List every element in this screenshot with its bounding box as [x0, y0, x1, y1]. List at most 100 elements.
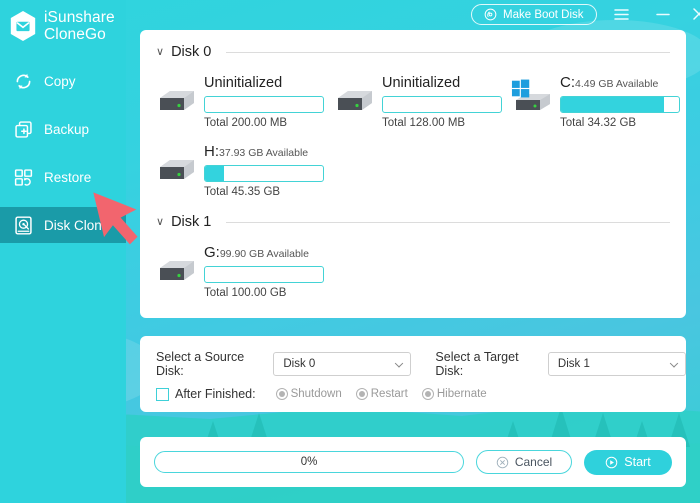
windows-logo-icon: [511, 79, 530, 98]
radio-label: Shutdown: [290, 388, 342, 400]
chevron-down-icon: [669, 359, 679, 368]
after-finished-checkbox[interactable]: [156, 387, 169, 401]
partition-letter: H:: [204, 143, 219, 160]
sidebar-item-backup[interactable]: Backup: [0, 111, 126, 147]
hard-drive-icon: [338, 91, 372, 110]
progress-text: 0%: [300, 456, 318, 468]
hamburger-icon: [613, 8, 629, 20]
radio-restart[interactable]: Restart: [355, 388, 408, 400]
partition-row: H:37.93 GB Available Total 45.35 GB: [140, 129, 686, 198]
cancel-label: Cancel: [514, 455, 553, 469]
brand-line-1: iSunshare: [44, 9, 115, 26]
divider: [226, 51, 670, 53]
partition-body: C:4.49 GB Available Total 34.32 GB: [560, 72, 680, 129]
make-boot-disk-label: Make Boot Disk: [503, 8, 584, 21]
partition-usage-bar: [204, 165, 324, 182]
radio-label: Hibernate: [436, 388, 487, 400]
sidebar-item-label: Copy: [44, 73, 76, 89]
partition-total: Total 100.00 GB: [204, 287, 287, 299]
partition-state: Uninitialized: [204, 75, 283, 91]
hard-disk-icon: [15, 215, 32, 235]
hard-drive-icon-wrap: [152, 84, 198, 118]
sidebar-item-copy[interactable]: Copy: [0, 63, 126, 99]
radio-shutdown[interactable]: Shutdown: [275, 388, 342, 400]
circle-play-icon: [606, 456, 618, 468]
partition-usage-bar: [560, 96, 680, 113]
action-panel: 0% Cancel Start: [140, 437, 686, 487]
radio-hibernate[interactable]: Hibernate: [421, 388, 487, 400]
partition-total: Total 128.00 MB: [382, 117, 466, 129]
copy-plus-icon: [15, 120, 32, 138]
partition-available: 99.90 GB Available: [219, 248, 309, 260]
after-finished-row: After Finished: Shutdown Restart Hiberna…: [140, 378, 686, 401]
refresh-cycle-icon: [16, 73, 31, 89]
divider: [226, 221, 670, 223]
partition-label: G:99.90 GB Available: [204, 244, 324, 263]
source-disk-value: Disk 0: [283, 358, 316, 370]
disc-icon: [484, 8, 497, 21]
target-disk-select[interactable]: Disk 1: [547, 352, 686, 376]
partition-usage-fill: [205, 166, 224, 181]
circle-x-icon: [496, 456, 509, 468]
start-label: Start: [624, 455, 651, 469]
partition-label: Uninitialized: [382, 74, 502, 93]
partition-item[interactable]: C:4.49 GB Available Total 34.32 GB: [508, 72, 686, 129]
close-icon: [693, 8, 700, 20]
partition-body: Uninitialized Total 128.00 MB: [382, 72, 502, 129]
disk-list-panel: ∨ Disk 0 Uninitialized Total 200.00 MB U…: [140, 30, 686, 318]
minimize-icon: [656, 13, 670, 15]
partition-body: G:99.90 GB Available Total 100.00 GB: [204, 242, 324, 299]
brand-line-2: CloneGo: [44, 26, 106, 43]
hexagon-envelope-logo-icon: [10, 11, 36, 41]
progress-bar: 0%: [154, 451, 464, 473]
after-finished-label: After Finished:: [175, 387, 256, 401]
partition-label: H:37.93 GB Available: [204, 143, 324, 162]
cancel-button[interactable]: Cancel: [476, 450, 572, 474]
after-finished-radio-group: Shutdown Restart Hibernate: [275, 388, 487, 400]
start-button[interactable]: Start: [584, 449, 672, 475]
menu-button[interactable]: [610, 3, 632, 25]
hard-drive-icon-wrap: [508, 79, 554, 118]
partition-row: G:99.90 GB Available Total 100.00 GB: [140, 230, 686, 299]
partition-state: Uninitialized: [382, 75, 461, 91]
partition-letter: G:: [204, 244, 220, 261]
make-boot-disk-button[interactable]: Make Boot Disk: [471, 4, 597, 25]
partition-label: Uninitialized: [204, 74, 324, 93]
disk-group-header-1[interactable]: ∨ Disk 1: [156, 198, 670, 230]
partition-total: Total 45.35 GB: [204, 186, 281, 198]
radio-dot-icon: [275, 388, 288, 400]
hard-drive-icon-wrap: [330, 84, 376, 118]
partition-item[interactable]: Uninitialized Total 128.00 MB: [330, 72, 508, 129]
disk-group-title: Disk 0: [171, 44, 212, 60]
partition-total: Total 200.00 MB: [204, 117, 288, 129]
radio-dot-icon: [355, 388, 368, 400]
partition-usage-bar: [382, 96, 502, 113]
radio-dot-icon: [421, 388, 434, 400]
minimize-button[interactable]: [652, 3, 674, 25]
radio-label: Restart: [370, 388, 408, 400]
title-bar: Make Boot Disk: [126, 0, 700, 30]
sidebar-item-label: Backup: [44, 121, 90, 137]
partition-usage-bar: [204, 266, 324, 283]
partition-available: 37.93 GB Available: [219, 147, 309, 159]
close-button[interactable]: [688, 3, 700, 25]
partition-row: Uninitialized Total 200.00 MB Uninitiali…: [140, 60, 686, 129]
sidebar-item-label: Restore: [44, 169, 92, 185]
app-logo: iSunshare CloneGo: [0, 0, 126, 43]
red-arrow-pointer-icon: [93, 192, 138, 245]
hard-drive-icon: [160, 91, 194, 110]
partition-usage-fill: [561, 97, 664, 112]
partition-letter: C:: [560, 74, 575, 91]
disk-group-header-0[interactable]: ∨ Disk 0: [156, 30, 670, 60]
source-disk-label: Select a Source Disk:: [156, 350, 245, 378]
partition-item[interactable]: Uninitialized Total 200.00 MB: [152, 72, 330, 129]
source-disk-select[interactable]: Disk 0: [273, 352, 412, 376]
target-disk-value: Disk 1: [557, 358, 590, 370]
brand-name: iSunshare CloneGo: [44, 9, 115, 43]
partition-available: 4.49 GB Available: [575, 78, 659, 90]
disk-selection-row: Select a Source Disk: Disk 0 Select a Ta…: [140, 336, 686, 378]
chevron-down-icon[interactable]: ∨: [156, 46, 164, 58]
partition-body: Uninitialized Total 200.00 MB: [204, 72, 324, 129]
app-window: iSunshare CloneGo Copy Backup Restore Di…: [0, 0, 700, 503]
partition-total: Total 34.32 GB: [560, 117, 637, 129]
